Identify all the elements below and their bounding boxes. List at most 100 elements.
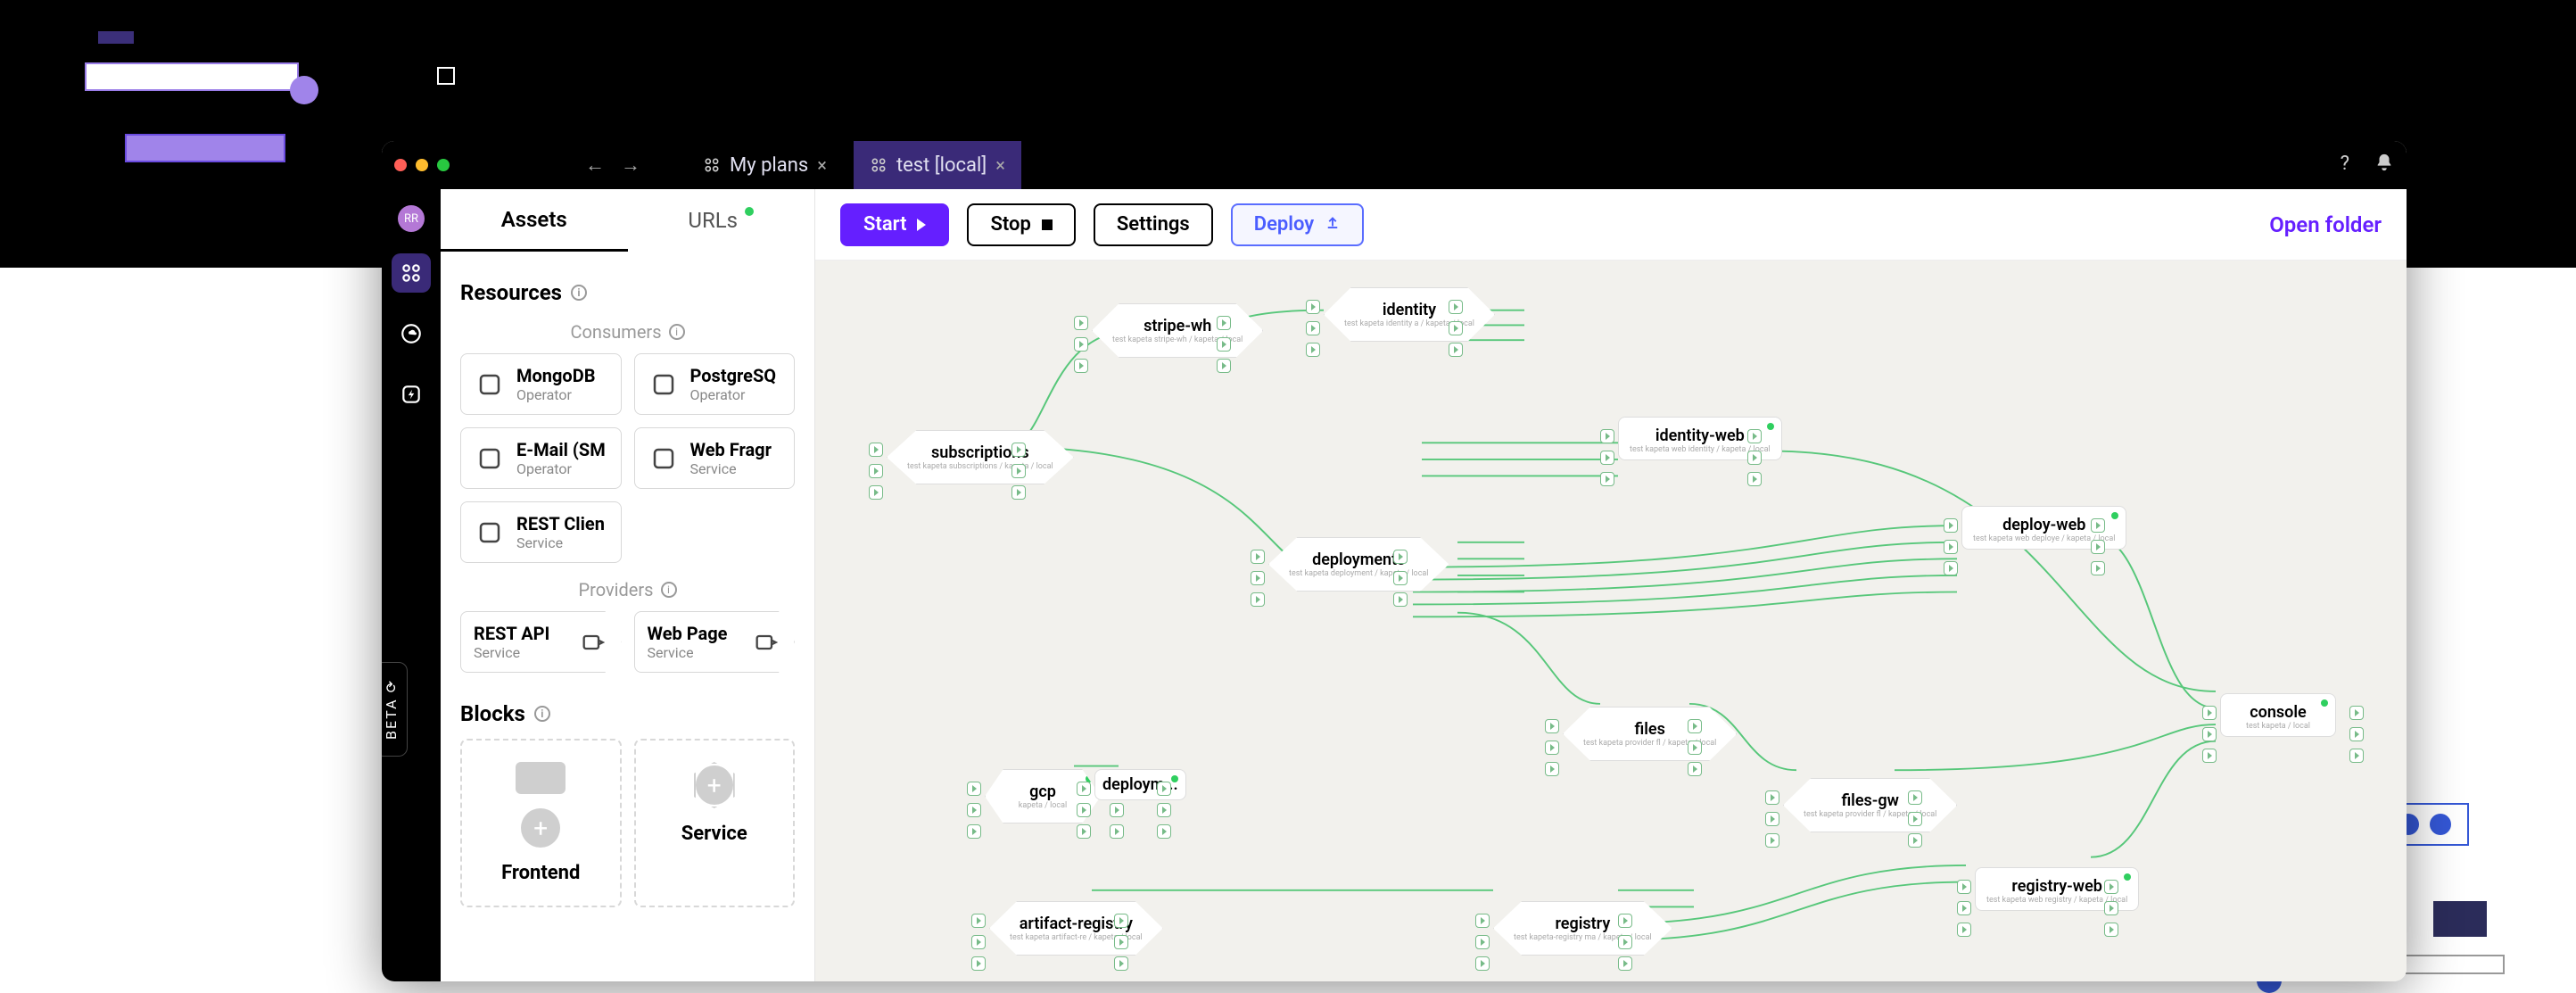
port-icon[interactable] [1545,762,1559,776]
port-icon[interactable] [2349,727,2364,741]
tab-my-plans[interactable]: My plans × [687,141,843,189]
port-icon[interactable] [1747,451,1762,465]
port-icon[interactable] [1011,485,1026,500]
port-icon[interactable] [1618,914,1632,928]
port-icon[interactable] [971,956,986,971]
avatar[interactable]: RR [398,205,425,232]
port-icon[interactable] [2202,727,2217,741]
block-card-service[interactable]: +Service [634,739,796,907]
resource-card-rest-api[interactable]: REST API Service [460,611,622,673]
resource-card-postgresq[interactable]: PostgreSQ Operator [634,353,796,415]
port-icon[interactable] [1688,741,1702,755]
sidebar-tab-assets[interactable]: Assets [441,189,628,252]
port-icon[interactable] [1957,901,1971,915]
port-icon[interactable] [1765,790,1779,805]
minimize-window-icon[interactable] [416,159,428,171]
canvas-node-files[interactable]: files test kapeta provider fl / kapeta /… [1563,707,1737,761]
port-icon[interactable] [1688,762,1702,776]
port-icon[interactable] [1765,812,1779,826]
port-icon[interactable] [1074,337,1088,352]
port-icon[interactable] [1393,592,1408,607]
port-icon[interactable] [967,782,981,796]
port-icon[interactable] [1944,518,1958,533]
port-icon[interactable] [1251,550,1265,564]
port-icon[interactable] [967,803,981,817]
port-icon[interactable] [2091,540,2105,554]
port-icon[interactable] [1114,956,1128,971]
port-icon[interactable] [1074,359,1088,373]
open-folder-link[interactable]: Open folder [2269,212,2382,237]
nav-forward-icon[interactable]: → [621,153,640,177]
canvas-node-identity[interactable]: identity test kapeta identity a / kapeta… [1324,287,1495,342]
port-icon[interactable] [2104,923,2118,937]
port-icon[interactable] [2202,749,2217,763]
block-card-frontend[interactable]: +Frontend [460,739,622,907]
resource-card-e-mail-sm[interactable]: E-Mail (SM Operator [460,427,622,489]
canvas-node-registry[interactable]: registry test kapeta-registry ma / kapet… [1493,901,1672,956]
port-icon[interactable] [869,464,883,478]
canvas-node-stripe-wh[interactable]: stripe-wh test kapeta stripe-wh / kapeta… [1092,303,1263,358]
port-icon[interactable] [2104,901,2118,915]
port-icon[interactable] [1449,321,1463,335]
port-icon[interactable] [1110,803,1124,817]
port-icon[interactable] [1475,914,1490,928]
port-icon[interactable] [1217,359,1231,373]
resource-card-web-fragr[interactable]: Web Fragr Service [634,427,796,489]
port-icon[interactable] [1157,824,1171,839]
close-tab-icon[interactable]: × [995,154,1005,176]
port-icon[interactable] [2202,706,2217,720]
deploy-button[interactable]: Deploy [1231,203,1364,246]
port-icon[interactable] [1957,880,1971,894]
resource-card-web-page[interactable]: Web Page Service [634,611,796,673]
tab-test-local[interactable]: test [local] × [854,141,1021,189]
close-tab-icon[interactable]: × [817,154,827,176]
port-icon[interactable] [1908,790,1922,805]
port-icon[interactable] [1688,719,1702,733]
port-icon[interactable] [1217,337,1231,352]
port-icon[interactable] [1600,451,1614,465]
port-icon[interactable] [1747,472,1762,486]
port-icon[interactable] [869,485,883,500]
port-icon[interactable] [1306,300,1320,314]
port-icon[interactable] [1011,443,1026,457]
canvas-node-subscriptions[interactable]: subscriptions test kapeta subscriptions … [887,430,1074,484]
port-icon[interactable] [1449,343,1463,357]
port-icon[interactable] [1077,824,1091,839]
port-icon[interactable] [1110,824,1124,839]
port-icon[interactable] [1306,343,1320,357]
canvas-node-files-gw[interactable]: files-gw test kapeta provider fl / kapet… [1783,778,1957,832]
port-icon[interactable] [869,443,883,457]
port-icon[interactable] [1747,429,1762,443]
help-icon[interactable]: ? [2341,153,2349,178]
settings-button[interactable]: Settings [1094,203,1213,246]
stop-button[interactable]: Stop [967,203,1075,246]
port-icon[interactable] [1600,429,1614,443]
info-icon[interactable]: i [661,582,677,598]
canvas-node-artifact-registry[interactable]: artifact-registry test kapeta artifact-r… [989,901,1163,956]
maximize-window-icon[interactable] [437,159,450,171]
port-icon[interactable] [2104,880,2118,894]
nav-back-icon[interactable]: ← [585,153,605,177]
sidebar-tab-urls[interactable]: URLs [628,189,815,252]
port-icon[interactable] [1545,719,1559,733]
info-icon[interactable]: i [669,324,685,340]
port-icon[interactable] [1251,571,1265,585]
notifications-icon[interactable] [2374,153,2394,178]
port-icon[interactable] [1908,812,1922,826]
port-icon[interactable] [1944,540,1958,554]
port-icon[interactable] [1449,300,1463,314]
port-icon[interactable] [1600,472,1614,486]
rail-power-icon[interactable] [392,375,431,414]
canvas-node-deploym[interactable]: deploym... [1094,769,1186,800]
port-icon[interactable] [1251,592,1265,607]
port-icon[interactable] [971,935,986,949]
info-icon[interactable]: i [571,285,587,301]
port-icon[interactable] [1957,923,1971,937]
port-icon[interactable] [1618,956,1632,971]
port-icon[interactable] [1765,833,1779,848]
port-icon[interactable] [1908,833,1922,848]
info-icon[interactable]: i [534,706,550,722]
start-button[interactable]: Start [840,203,949,246]
port-icon[interactable] [971,914,986,928]
port-icon[interactable] [2349,706,2364,720]
